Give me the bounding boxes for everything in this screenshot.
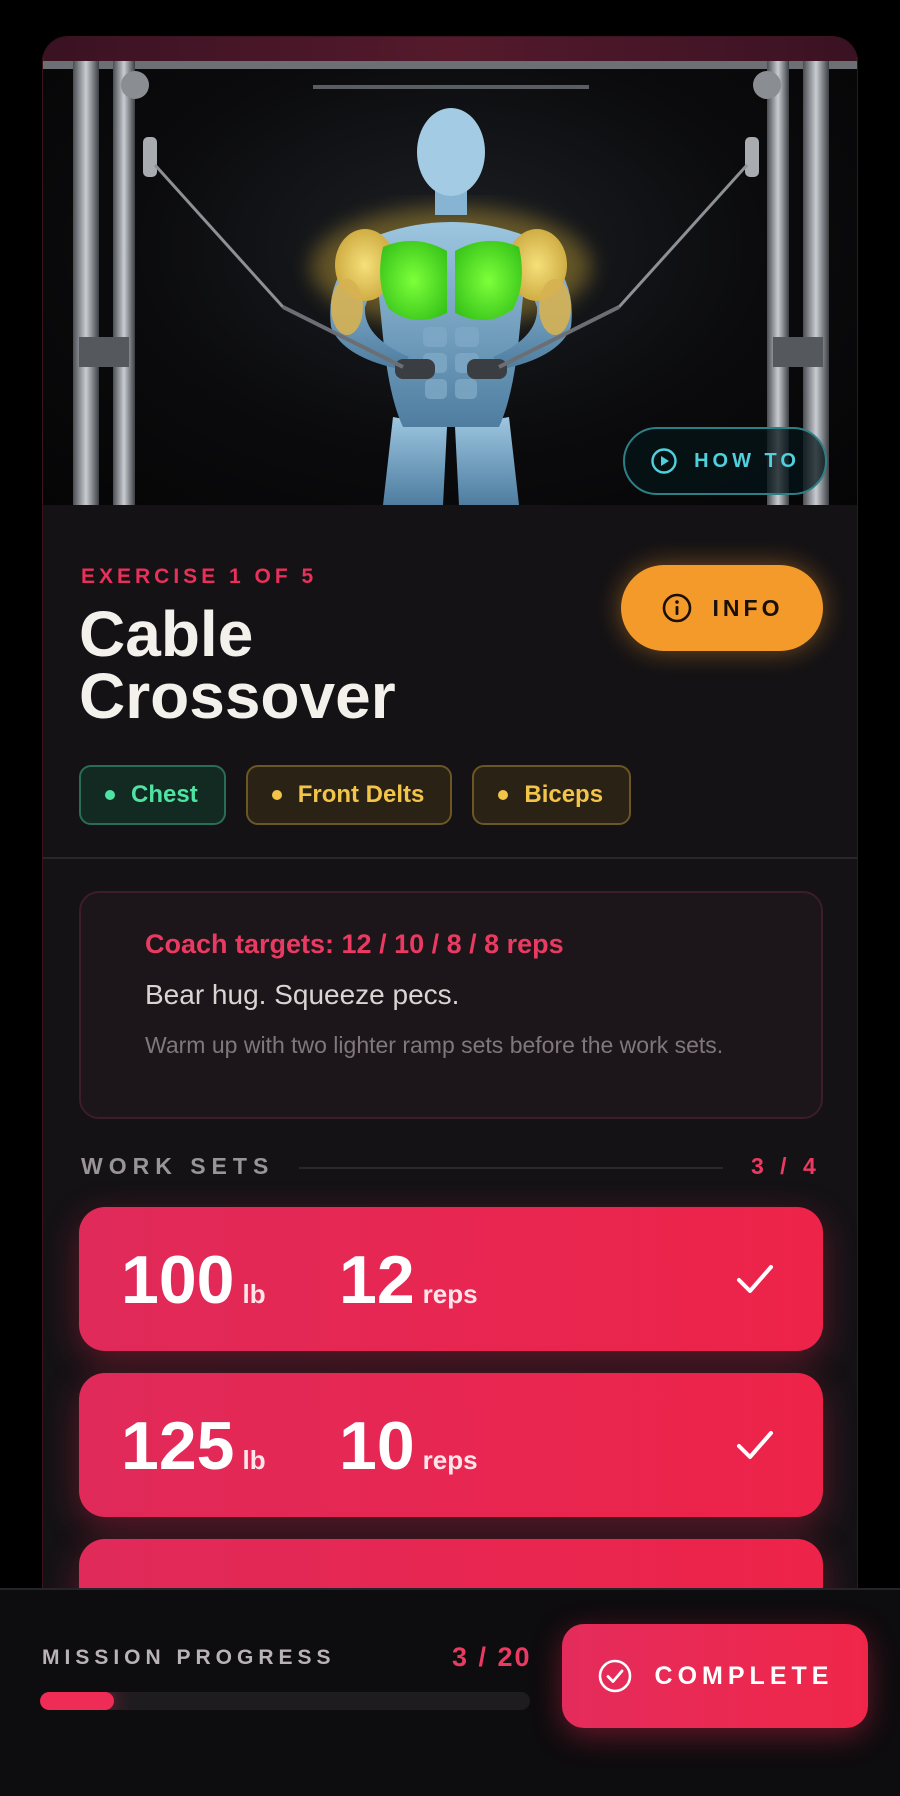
muscle-dot-icon: [498, 790, 509, 800]
complete-label: COMPLETE: [654, 1661, 834, 1690]
exercise-title-line-2: Crossover: [79, 660, 396, 732]
set-weight-value: 100: [121, 1242, 235, 1318]
check-circle-icon: [598, 1659, 631, 1693]
play-circle-icon: [651, 448, 677, 474]
set-reps-unit: reps: [422, 1279, 478, 1309]
hero-top-bar: [43, 37, 857, 61]
info-icon: [662, 593, 691, 623]
muscle-tags: Chest Front Delts Biceps: [79, 765, 632, 825]
muscle-tag-front-delts: Front Delts: [245, 765, 453, 825]
bottom-bar: MISSION PROGRESS 3 / 20 COMPLETE: [0, 1588, 900, 1796]
muscle-tag-chest: Chest: [79, 765, 226, 825]
set-weight-unit: lb: [242, 1279, 266, 1309]
exercise-title: Cable Crossover: [79, 598, 559, 732]
set-weight-unit: lb: [242, 1445, 266, 1475]
info-label: INFO: [712, 594, 784, 621]
muscle-dot-icon: [271, 790, 282, 800]
set-reps-value: 12: [339, 1242, 415, 1318]
section-divider: [43, 857, 857, 859]
work-sets-label: WORK SETS: [81, 1153, 275, 1179]
info-button[interactable]: INFO: [621, 565, 823, 651]
mission-progress-fill: [40, 1692, 114, 1710]
coach-cue: Bear hug. Squeeze pecs.: [145, 979, 460, 1010]
work-sets-rule: [299, 1167, 723, 1169]
set-weight-value: 125: [121, 1408, 235, 1484]
exercise-counter: EXERCISE 1 OF 5: [81, 565, 318, 588]
set-weight: 125 lb: [121, 1411, 266, 1495]
mission-progress-count: 3 / 20: [452, 1642, 532, 1672]
how-to-button[interactable]: HOW TO: [623, 427, 827, 495]
muscle-tag-biceps: Biceps: [472, 765, 632, 825]
set-weight: 100 lb: [121, 1245, 266, 1329]
mission-progress-track: [40, 1692, 530, 1710]
muscle-dot-icon: [105, 790, 115, 800]
check-icon[interactable]: [733, 1423, 777, 1467]
muscle-tag-label: Chest: [131, 781, 198, 808]
how-to-label: HOW TO: [694, 449, 800, 472]
complete-button[interactable]: COMPLETE: [562, 1624, 868, 1728]
muscle-tag-label: Biceps: [524, 781, 604, 808]
check-icon[interactable]: [733, 1257, 777, 1301]
mission-progress-label: MISSION PROGRESS: [42, 1646, 336, 1669]
work-sets-count: 3 / 4: [751, 1153, 821, 1179]
exercise-card: HOW TO EXERCISE 1 OF 5 Cable Crossover I…: [42, 36, 858, 1796]
set-reps: 12 reps: [339, 1245, 478, 1329]
exercise-title-line-1: Cable: [79, 598, 254, 670]
coach-warmup-note: Warm up with two lighter ramp sets befor…: [145, 1032, 724, 1058]
coach-targets: Coach targets: 12 / 10 / 8 / 8 reps: [145, 929, 564, 959]
set-row-1[interactable]: 100 lb 12 reps: [79, 1207, 823, 1351]
set-reps-value: 10: [339, 1408, 415, 1484]
coach-note: Coach targets: 12 / 10 / 8 / 8 reps Bear…: [79, 891, 823, 1119]
set-reps: 10 reps: [339, 1411, 478, 1495]
exercise-illustration: HOW TO: [43, 37, 857, 505]
muscle-tag-label: Front Delts: [297, 781, 425, 808]
set-row-2[interactable]: 125 lb 10 reps: [79, 1373, 823, 1517]
set-reps-unit: reps: [422, 1445, 478, 1475]
